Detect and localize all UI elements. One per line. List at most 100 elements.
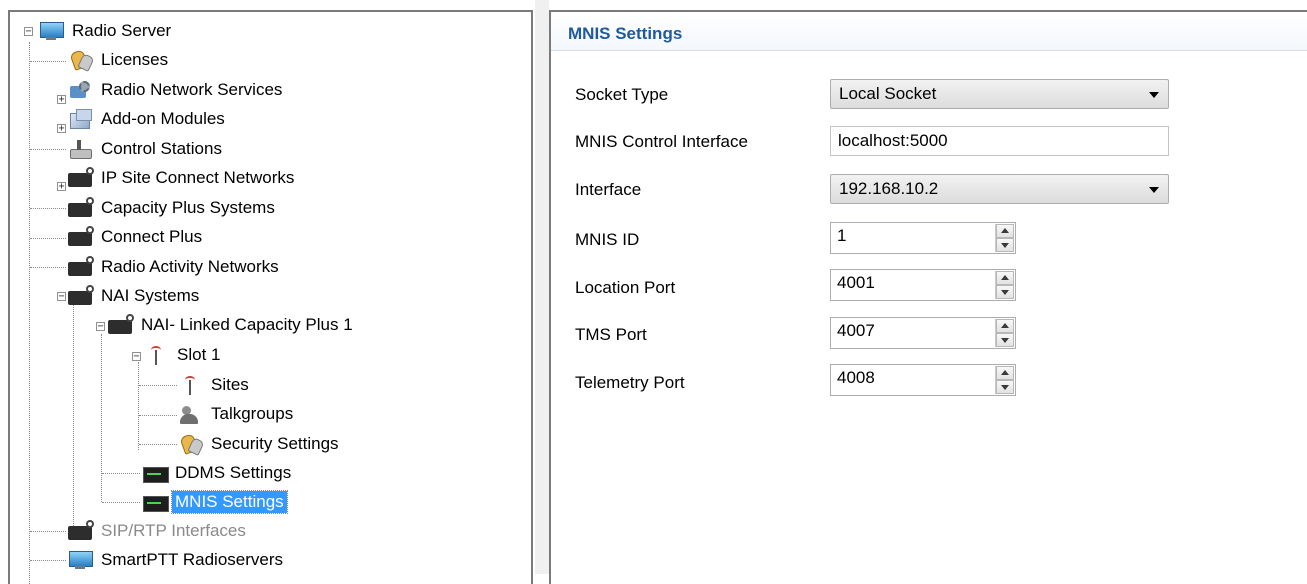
location-port-value: 4001 xyxy=(837,273,875,292)
telemetry-port-stepper[interactable]: 4008 xyxy=(830,364,1016,396)
tree-connector xyxy=(101,334,102,502)
tree-connector xyxy=(30,560,66,561)
tree-item-security-settings[interactable]: Security Settings xyxy=(176,431,342,457)
tree-item-label: Radio Network Services xyxy=(101,80,283,99)
spin-buttons xyxy=(995,366,1014,394)
chevron-down-icon xyxy=(1149,187,1159,193)
tree-connector xyxy=(138,362,139,450)
spin-down-icon[interactable] xyxy=(996,285,1014,299)
tree-item-radio-network-services[interactable]: Radio Network Services xyxy=(66,77,285,103)
tree-item-nai-linked-capacity-plus-1[interactable]: NAI- Linked Capacity Plus 1 xyxy=(106,312,356,338)
tree-item-label: Slot 1 xyxy=(177,345,221,364)
interface-label: Interface xyxy=(575,180,642,199)
radio-icon xyxy=(66,520,96,542)
location-port-stepper[interactable]: 4001 xyxy=(830,269,1016,301)
monitor-icon xyxy=(66,549,96,571)
keys-icon xyxy=(66,49,96,71)
tree-item-connect-plus[interactable]: Connect Plus xyxy=(66,224,205,250)
addon-icon xyxy=(66,108,96,130)
tree-item-label: Sites xyxy=(211,375,249,394)
expand-toggle[interactable]: + xyxy=(57,95,66,105)
spin-up-icon[interactable] xyxy=(996,224,1014,238)
tree-item-add-on-modules[interactable]: Add-on Modules xyxy=(66,106,228,132)
interface-select[interactable]: 192.168.10.2 xyxy=(830,174,1169,204)
antenna-icon xyxy=(142,344,172,366)
radio-icon xyxy=(106,314,136,336)
tree-item-label: SIP/RTP Interfaces xyxy=(101,521,246,540)
control-interface-label: MNIS Control Interface xyxy=(575,132,748,151)
tree-connector xyxy=(30,208,66,209)
radio-icon xyxy=(66,285,96,307)
tree-item-sip-rtp-interfaces[interactable]: SIP/RTP Interfaces xyxy=(66,518,249,544)
antenna-icon xyxy=(176,374,206,396)
expand-toggle[interactable]: + xyxy=(57,182,66,192)
telemetry-port-label: Telemetry Port xyxy=(575,373,685,392)
tree-connector xyxy=(29,42,30,584)
tree-item-label: Talkgroups xyxy=(211,404,294,423)
tree-item-smartptt-radioservers[interactable]: SmartPTT Radioservers xyxy=(66,547,286,573)
tree-item-label: NAI- Linked Capacity Plus 1 xyxy=(141,315,353,334)
interface-value: 192.168.10.2 xyxy=(839,179,939,198)
mnis-id-stepper[interactable]: 1 xyxy=(830,222,1016,254)
control-interface-value: localhost:5000 xyxy=(838,131,948,150)
tree-item-talkgroups[interactable]: Talkgroups xyxy=(176,401,296,427)
spin-up-icon[interactable] xyxy=(996,271,1014,285)
tree-connector xyxy=(30,238,66,239)
socket-type-value: Local Socket xyxy=(839,84,937,103)
tree-item-ddms-settings[interactable]: DDMS Settings xyxy=(140,460,294,486)
tree-item-slot-1[interactable]: Slot 1 xyxy=(142,342,223,368)
console-icon xyxy=(140,491,170,513)
gear-icon xyxy=(66,79,96,101)
tree-item-radio-activity-networks[interactable]: Radio Activity Networks xyxy=(66,254,282,280)
tree-item-ip-site-connect-networks[interactable]: IP Site Connect Networks xyxy=(66,165,297,191)
control-station-icon xyxy=(66,138,96,160)
spin-down-icon[interactable] xyxy=(996,333,1014,347)
radio-icon xyxy=(66,226,96,248)
tms-port-value: 4007 xyxy=(837,321,875,340)
expand-toggle[interactable]: + xyxy=(57,124,66,134)
spin-up-icon[interactable] xyxy=(996,319,1014,333)
spin-buttons xyxy=(995,319,1014,347)
tree-connector xyxy=(30,61,66,62)
tree-item-label: Security Settings xyxy=(211,434,339,453)
console-icon xyxy=(140,462,170,484)
collapse-toggle[interactable]: − xyxy=(24,26,33,36)
monitor-icon xyxy=(37,20,67,42)
tree-item-control-stations[interactable]: Control Stations xyxy=(66,136,225,162)
tree-item-label: Radio Server xyxy=(72,21,172,40)
mnis-id-value: 1 xyxy=(837,226,847,245)
tree-item-label-selected: MNIS Settings xyxy=(171,490,288,514)
chevron-down-icon xyxy=(1149,92,1159,98)
spin-buttons xyxy=(995,224,1014,252)
tree-item-label: Connect Plus xyxy=(101,227,203,246)
collapse-toggle[interactable]: − xyxy=(57,292,66,302)
collapse-toggle[interactable]: − xyxy=(96,322,105,332)
tree-item-nai-systems[interactable]: NAI Systems xyxy=(66,283,202,309)
control-interface-field[interactable]: localhost:5000 xyxy=(830,126,1169,156)
splitter[interactable] xyxy=(535,0,549,574)
tree-item-capacity-plus-systems[interactable]: Capacity Plus Systems xyxy=(66,195,278,221)
people-icon xyxy=(176,403,206,425)
tree-connector xyxy=(30,267,66,268)
tms-port-stepper[interactable]: 4007 xyxy=(830,317,1016,349)
tree-connector xyxy=(73,304,74,534)
spin-down-icon[interactable] xyxy=(996,380,1014,394)
tree-item-label: IP Site Connect Networks xyxy=(101,168,295,187)
tree-item-radio-server[interactable]: − Radio Server xyxy=(24,18,174,44)
tree-item-licenses[interactable]: Licenses xyxy=(66,47,171,73)
settings-header: MNIS Settings xyxy=(551,12,1307,51)
tree-connector xyxy=(139,444,177,445)
radio-icon xyxy=(66,256,96,278)
radio-icon xyxy=(66,197,96,219)
settings-pane: MNIS Settings Socket Type Local Socket M… xyxy=(549,10,1307,584)
spin-down-icon[interactable] xyxy=(996,238,1014,252)
spin-buttons xyxy=(995,271,1014,299)
spin-up-icon[interactable] xyxy=(996,366,1014,380)
tree-connector xyxy=(102,502,140,503)
collapse-toggle[interactable]: − xyxy=(132,352,141,362)
socket-type-select[interactable]: Local Socket xyxy=(830,79,1169,109)
tree-item-mnis-settings[interactable]: MNIS Settings xyxy=(140,489,288,515)
tree-item-sites[interactable]: Sites xyxy=(176,372,252,398)
keys-icon xyxy=(176,433,206,455)
tree-connector xyxy=(102,473,140,474)
